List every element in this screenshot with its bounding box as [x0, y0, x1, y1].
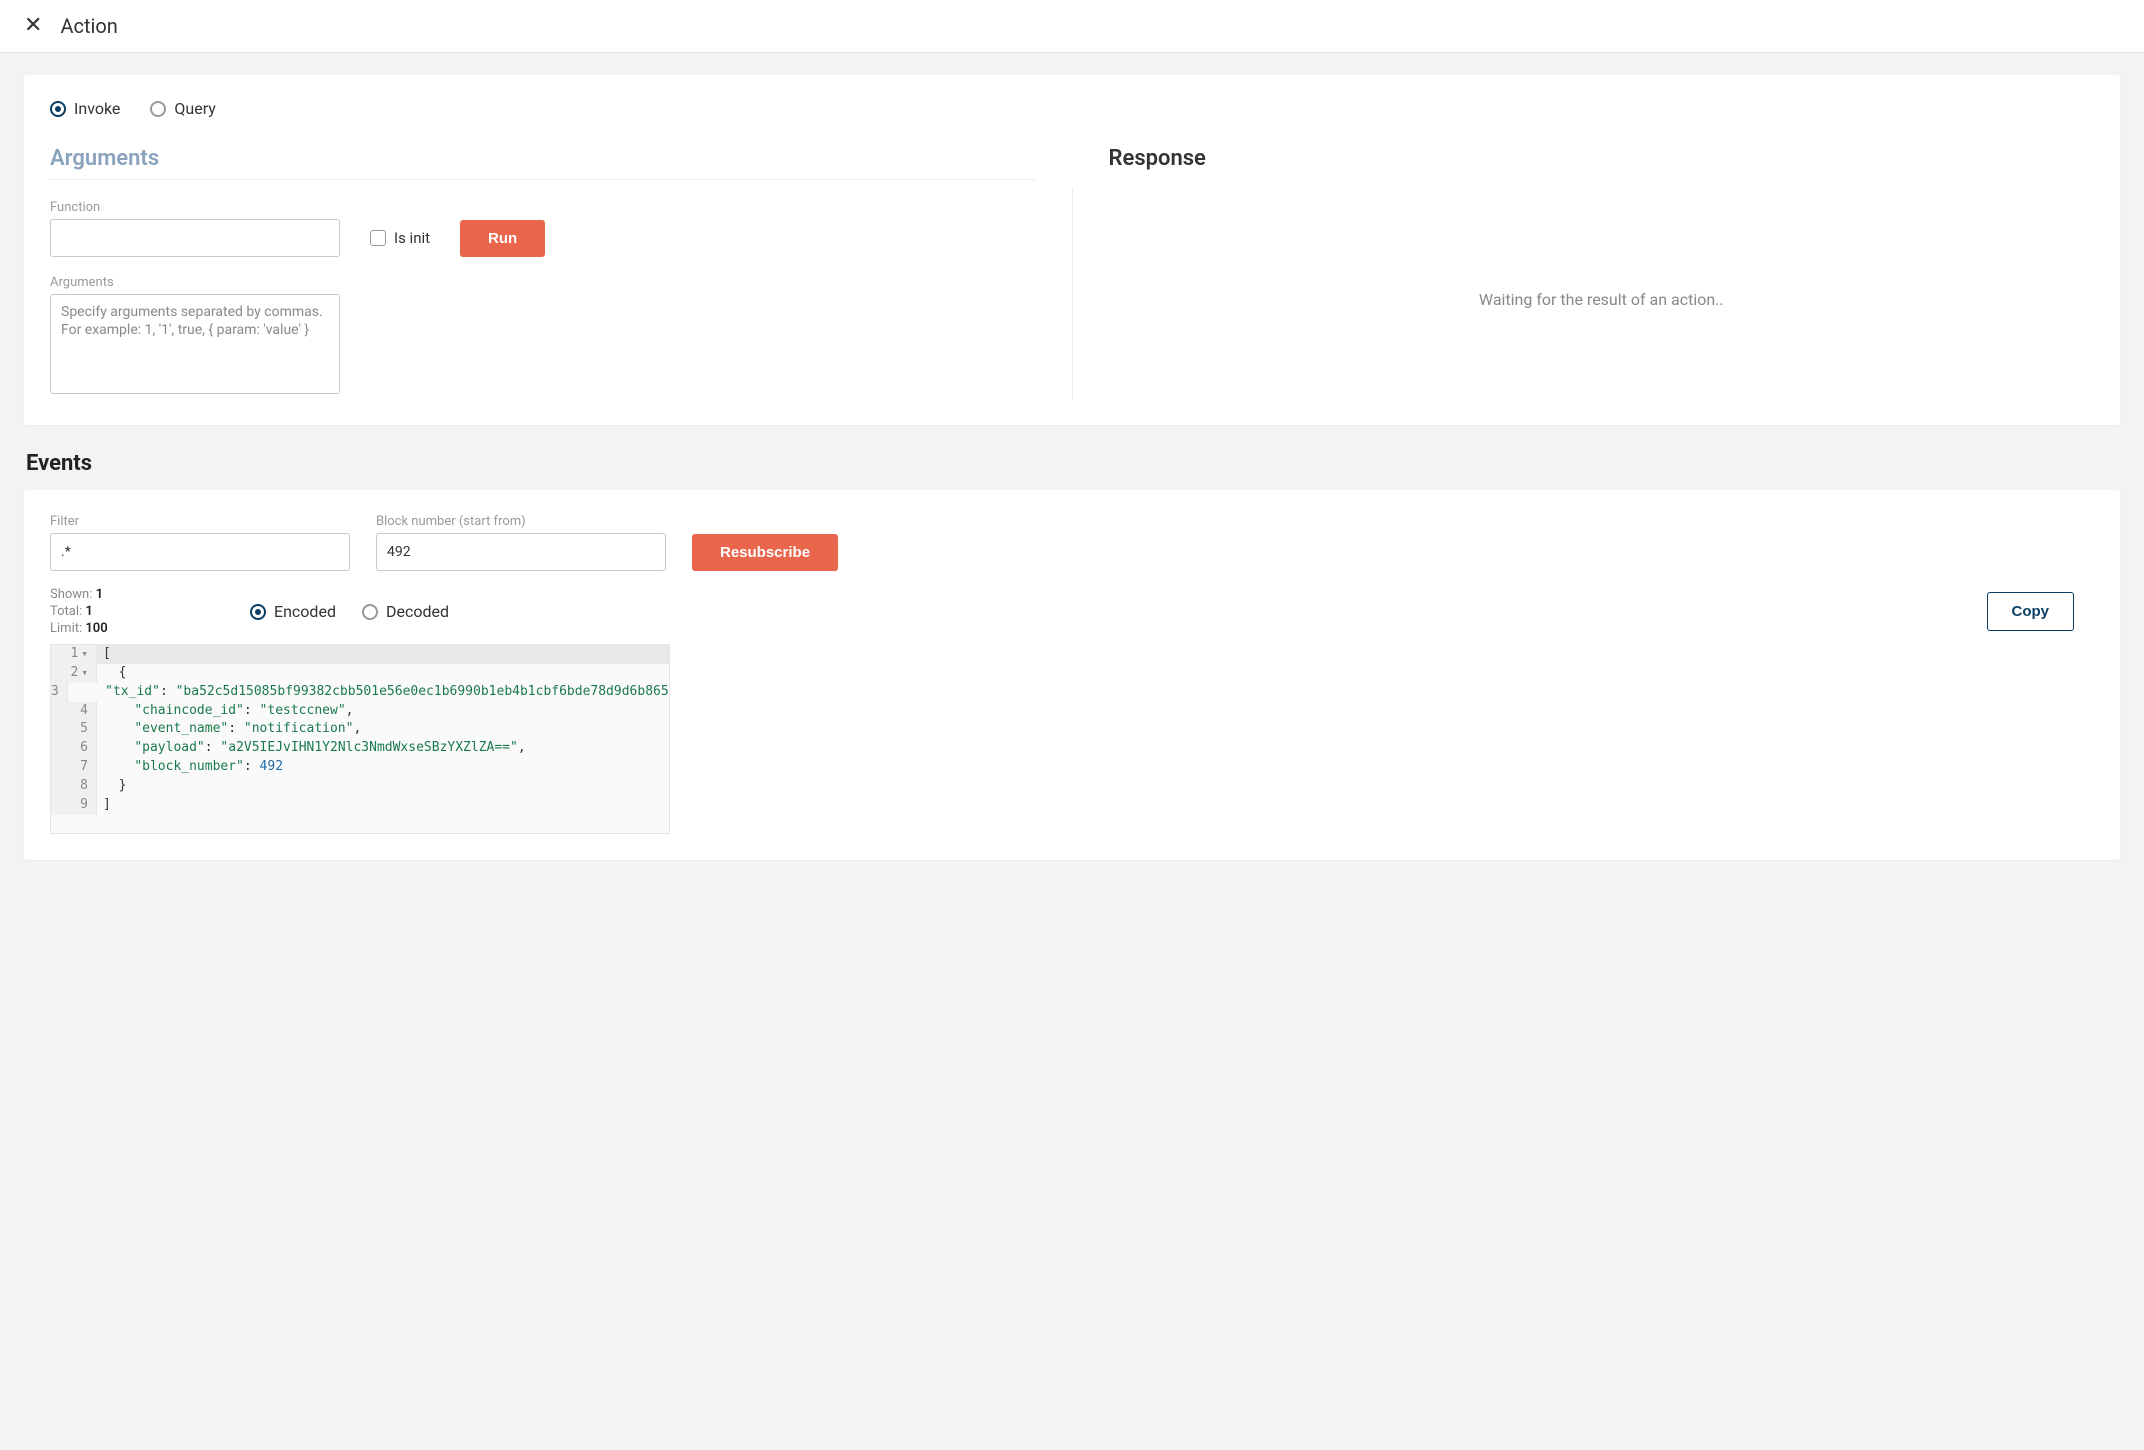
response-heading: Response [1109, 146, 2095, 179]
vertical-divider [1072, 188, 1073, 399]
shown-value: 1 [96, 587, 103, 602]
events-json-viewer[interactable]: 1▾ [ 2▾ { 3 "tx_id": "ba52c5d15085bf9938… [50, 644, 670, 834]
line-number: 7 [80, 759, 88, 774]
resubscribe-button-label: Resubscribe [720, 544, 810, 561]
code-value: "testccnew" [260, 703, 346, 718]
copy-button-label: Copy [2012, 603, 2050, 620]
function-input[interactable] [50, 219, 340, 257]
radio-decoded[interactable]: Decoded [362, 602, 449, 621]
radio-query[interactable]: Query [150, 99, 215, 118]
stats-column: Shown: 1 Total: 1 Limit: 100 [50, 587, 250, 636]
radio-invoke[interactable]: Invoke [50, 99, 120, 118]
close-icon[interactable]: ✕ [24, 15, 42, 37]
run-button[interactable]: Run [460, 220, 545, 257]
filter-label: Filter [50, 514, 350, 529]
filter-input[interactable] [50, 533, 350, 571]
arguments-label: Arguments [50, 275, 1036, 290]
code-key: "chaincode_id" [134, 703, 244, 718]
radio-encoded[interactable]: Encoded [250, 602, 336, 621]
action-card: Invoke Query Arguments Function Is init [24, 75, 2120, 425]
code-key: "event_name" [134, 721, 228, 736]
events-heading: Events [26, 451, 2120, 476]
radio-query-label: Query [174, 99, 215, 118]
content-area: Invoke Query Arguments Function Is init [0, 53, 2144, 900]
run-button-label: Run [488, 230, 517, 247]
radio-invoke-label: Invoke [74, 99, 120, 118]
code-value: "notification" [244, 721, 354, 736]
checkbox-icon [370, 230, 386, 246]
is-init-label: Is init [394, 229, 430, 247]
code-value: 492 [260, 759, 283, 774]
response-column: Response Waiting for the result of an ac… [1109, 146, 2095, 399]
action-type-radio-group: Invoke Query [50, 99, 2094, 118]
total-label: Total: [50, 604, 82, 619]
arguments-column: Arguments Function Is init Run Arguments [50, 146, 1036, 399]
line-number: 9 [80, 797, 88, 812]
code-key: "tx_id" [105, 684, 160, 699]
line-number: 3 [51, 684, 59, 699]
line-number: 4 [80, 703, 88, 718]
encoding-radio-group: Encoded Decoded [250, 602, 449, 621]
radio-dot-icon [250, 604, 266, 620]
decoded-label: Decoded [386, 602, 449, 621]
code-key: "block_number" [134, 759, 244, 774]
radio-dot-icon [150, 101, 166, 117]
is-init-checkbox[interactable]: Is init [370, 229, 430, 247]
encoded-label: Encoded [274, 602, 336, 621]
fold-icon[interactable]: ▾ [78, 647, 88, 660]
radio-dot-icon [50, 101, 66, 117]
code-token: } [119, 778, 127, 793]
radio-dot-icon [362, 604, 378, 620]
resubscribe-button[interactable]: Resubscribe [692, 534, 838, 571]
copy-button[interactable]: Copy [1987, 592, 2075, 631]
line-number: 8 [80, 778, 88, 793]
total-value: 1 [85, 604, 92, 619]
page-title: Action [60, 14, 117, 38]
block-number-input[interactable] [376, 533, 666, 571]
code-value: "ba52c5d15085bf99382cbb501e56e0ec1b6990b… [176, 684, 670, 699]
code-token: ] [103, 797, 111, 812]
fold-icon[interactable]: ▾ [78, 666, 88, 679]
arguments-heading: Arguments [50, 146, 1036, 180]
response-waiting-text: Waiting for the result of an action.. [1109, 199, 2095, 399]
limit-label: Limit: [50, 621, 82, 636]
code-token: { [119, 665, 127, 680]
shown-label: Shown: [50, 587, 92, 602]
header-bar: ✕ Action [0, 0, 2144, 53]
events-card: Filter Block number (start from) Resubsc… [24, 490, 2120, 860]
line-number: 6 [80, 740, 88, 755]
code-token: [ [103, 646, 111, 661]
code-value: "a2V5IEJvIHN1Y2Nlc3NmdWxseSBzYXZlZA==" [220, 740, 517, 755]
block-number-label: Block number (start from) [376, 514, 666, 529]
function-label: Function [50, 200, 1036, 215]
limit-value: 100 [85, 621, 107, 636]
arguments-textarea[interactable] [50, 294, 340, 394]
code-key: "payload" [134, 740, 204, 755]
line-number: 5 [80, 721, 88, 736]
